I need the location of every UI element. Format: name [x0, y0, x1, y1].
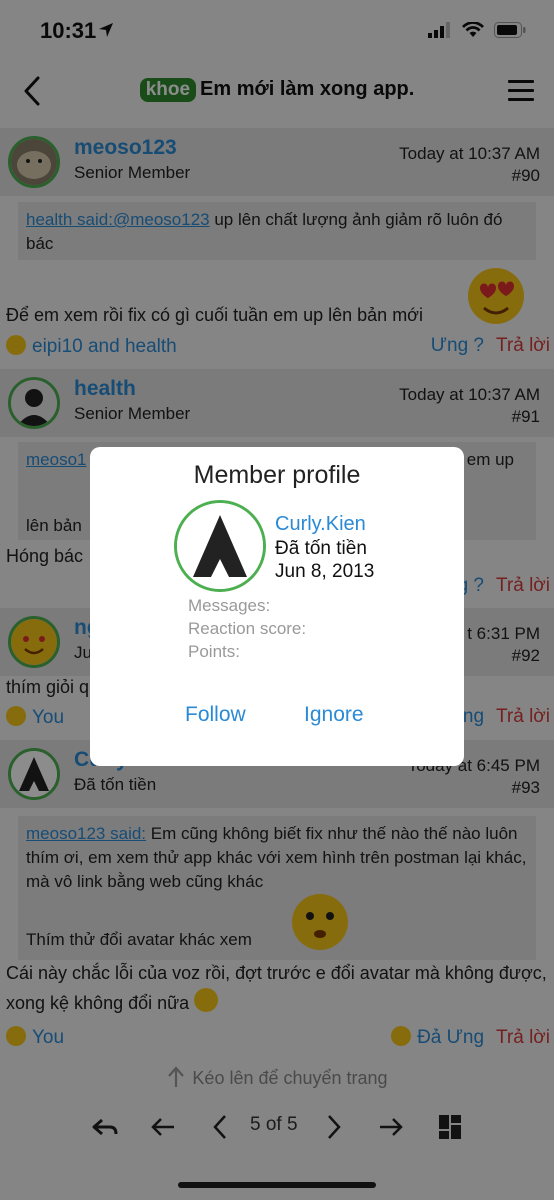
reaction-score-label: Reaction score: — [188, 619, 307, 638]
member-title: Đã tốn tiền — [275, 538, 367, 559]
member-profile-dialog: Member profile Curly.Kien Đã tốn tiền Ju… — [90, 447, 464, 766]
member-avatar — [174, 500, 266, 592]
home-indicator — [178, 1182, 376, 1188]
member-name[interactable]: Curly.Kien — [275, 513, 366, 536]
ignore-button[interactable]: Ignore — [304, 703, 364, 727]
follow-button[interactable]: Follow — [185, 703, 246, 727]
dialog-title: Member profile — [193, 461, 361, 489]
member-joined-date: Jun 8, 2013 — [275, 561, 375, 582]
points-label: Points: — [188, 642, 240, 661]
messages-label: Messages: — [188, 596, 271, 615]
